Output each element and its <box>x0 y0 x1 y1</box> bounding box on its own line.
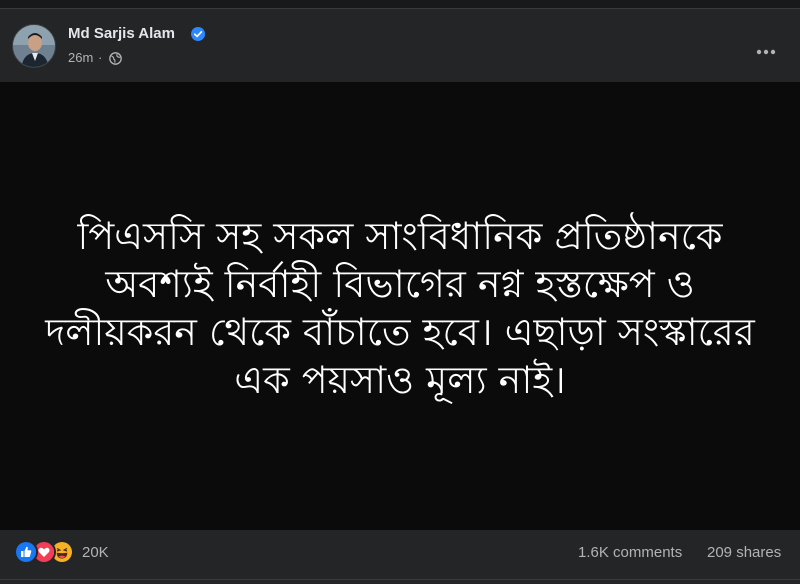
verified-badge-icon <box>191 27 205 41</box>
post-text-line: পিএসসি সহ সকল সাংবিধানিক প্রতিষ্ঠানকে <box>77 214 723 258</box>
globe-icon[interactable] <box>109 52 122 65</box>
post-timestamp[interactable]: 26m <box>68 50 93 66</box>
post-text-line: এক পয়সাও মূল্য নাই। <box>234 358 566 402</box>
post-image[interactable]: পিএসসি সহ সকল সাংবিধানিক প্রতিষ্ঠানকে অব… <box>0 82 800 530</box>
reaction-count[interactable]: 20K <box>82 544 109 561</box>
facebook-post: Md Sarjis Alam 26m · পিএসসি সহ সকল সাংবি… <box>0 0 800 584</box>
author-name[interactable]: Md Sarjis Alam <box>68 24 175 44</box>
like-icon <box>14 540 38 564</box>
comments-count-link[interactable]: 1.6K comments <box>578 544 682 561</box>
reactions-summary[interactable]: 20K <box>14 540 109 564</box>
feed-divider <box>0 0 800 9</box>
avatar[interactable] <box>12 24 56 68</box>
shares-count-link[interactable]: 209 shares <box>707 544 781 561</box>
meta-separator: · <box>98 50 103 65</box>
post-header: Md Sarjis Alam 26m · <box>0 10 800 82</box>
more-horizontal-icon <box>756 49 776 55</box>
footer-divider <box>0 579 800 584</box>
post-text-line: অবশ্যই নির্বাহী বিভাগের নগ্ন হস্তক্ষেপ ও <box>105 262 695 306</box>
more-options-button[interactable] <box>748 34 784 70</box>
post-text: পিএসসি সহ সকল সাংবিধানিক প্রতিষ্ঠানকে অব… <box>40 212 760 404</box>
post-footer: 20K 1.6K comments 209 shares <box>0 530 800 584</box>
post-text-line: দলীয়করন থেকে বাঁচাতে হবে। এছাড়া সংস্কা… <box>45 310 755 354</box>
